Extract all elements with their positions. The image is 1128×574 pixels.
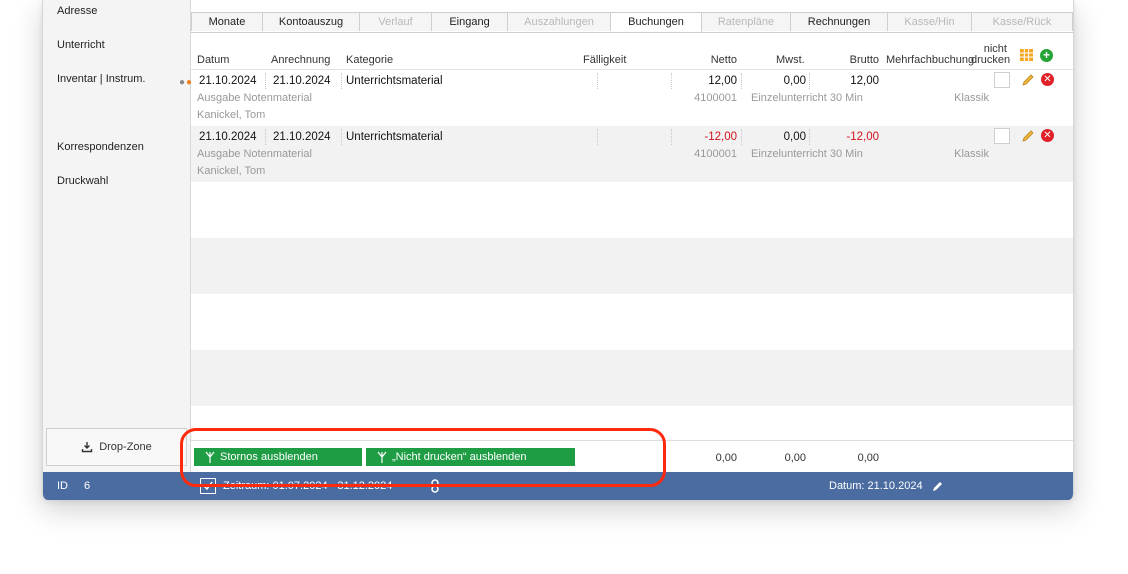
main-panel: Monate Kontoauszug Verlauf Eingang Ausza… xyxy=(191,0,1073,472)
row1-konto: 4100001 xyxy=(694,92,737,104)
sidebar: Adresse Unterricht Inventar | Instrum. ●… xyxy=(43,0,192,472)
edit-date-pencil-icon[interactable] xyxy=(932,480,944,492)
status-datum: Datum: 21.10.2024 xyxy=(829,480,923,492)
add-booking-icon[interactable]: + xyxy=(1040,49,1053,62)
row2-person: Kanickel, Tom xyxy=(197,165,266,177)
tab-rechnungen[interactable]: Rechnungen xyxy=(791,12,888,31)
row2-fach: Klassik xyxy=(954,148,989,160)
tab-ratenplaene[interactable]: Ratenpläne xyxy=(702,12,791,31)
column-header-netto[interactable]: Netto xyxy=(631,54,737,66)
tab-kontoauszug[interactable]: Kontoauszug xyxy=(263,12,360,31)
row1-delete-icon[interactable]: ✕ xyxy=(1041,73,1054,86)
row1-brutto: 12,00 xyxy=(850,75,879,87)
row2-nicht-drucken-checkbox[interactable] xyxy=(994,128,1010,144)
sidebar-item-korrespondenzen[interactable]: Korrespondenzen xyxy=(57,141,144,153)
row1-anrechnung: 21.10.2024 xyxy=(273,75,331,87)
tab-verlauf[interactable]: Verlauf xyxy=(360,12,432,31)
column-header-kategorie[interactable]: Kategorie xyxy=(346,54,393,66)
row1-kategorie: Unterrichtsmaterial xyxy=(346,75,443,87)
empty-row xyxy=(191,182,1073,238)
row2-beschreibung: Ausgabe Notenmaterial xyxy=(197,148,312,160)
empty-row xyxy=(191,294,1073,350)
column-header-mehrfachbuchung[interactable]: Mehrfachbuchung xyxy=(886,54,974,66)
row1-nicht-drucken-checkbox[interactable] xyxy=(994,72,1010,88)
column-header-anrechnung[interactable]: Anrechnung xyxy=(271,54,330,66)
id-label: ID xyxy=(57,480,68,492)
sidebar-item-druckwahl[interactable]: Druckwahl xyxy=(57,175,108,187)
tab-eingang[interactable]: Eingang xyxy=(432,12,508,31)
tab-kasse-hin[interactable]: Kasse/Hin xyxy=(888,12,972,31)
column-header-brutto[interactable]: Brutto xyxy=(791,54,879,66)
row2-leistung: Einzelunterricht 30 Min xyxy=(751,148,863,160)
row1-person: Kanickel, Tom xyxy=(197,109,266,121)
row2-kategorie: Unterrichtsmaterial xyxy=(346,131,443,143)
row1-beschreibung: Ausgabe Notenmaterial xyxy=(197,92,312,104)
tab-buchungen[interactable]: Buchungen xyxy=(611,12,702,32)
empty-row xyxy=(191,350,1073,406)
row1-leistung: Einzelunterricht 30 Min xyxy=(751,92,863,104)
row2-delete-icon[interactable]: ✕ xyxy=(1041,129,1054,142)
table-settings-icon[interactable] xyxy=(1020,49,1033,61)
id-value: 6 xyxy=(84,480,91,492)
sidebar-item-unterricht[interactable]: Unterricht xyxy=(57,39,105,51)
column-header-datum[interactable]: Datum xyxy=(197,54,229,66)
drop-zone-label: Drop-Zone xyxy=(99,441,152,453)
sidebar-item-adresse[interactable]: Adresse xyxy=(57,5,97,17)
download-icon xyxy=(82,442,93,453)
row2-konto: 4100001 xyxy=(694,148,737,160)
row1-edit-pencil-icon[interactable] xyxy=(1021,73,1035,87)
row1-datum: 21.10.2024 xyxy=(199,75,257,87)
tab-auszahlungen[interactable]: Auszahlungen xyxy=(508,12,611,31)
sidebar-item-inventar[interactable]: Inventar | Instrum. xyxy=(57,73,145,85)
tab-kasse-rueck[interactable]: Kasse/Rück xyxy=(972,12,1073,31)
tab-monate[interactable]: Monate xyxy=(191,12,263,31)
row2-anrechnung: 21.10.2024 xyxy=(273,131,331,143)
total-brutto: 0,00 xyxy=(857,452,879,464)
app-window: Adresse Unterricht Inventar | Instrum. ●… xyxy=(42,0,1074,500)
empty-row xyxy=(191,238,1073,294)
row2-edit-pencil-icon[interactable] xyxy=(1021,129,1035,143)
tab-bar: Monate Kontoauszug Verlauf Eingang Ausza… xyxy=(191,12,1073,33)
column-header-nicht-drucken-line2[interactable]: drucken xyxy=(971,54,1010,66)
highlight-annotation xyxy=(180,428,666,487)
row2-datum: 21.10.2024 xyxy=(199,131,257,143)
row1-fach: Klassik xyxy=(954,92,989,104)
drop-zone-button[interactable]: Drop-Zone xyxy=(46,428,187,466)
column-header-faelligkeit[interactable]: Fälligkeit xyxy=(583,54,626,66)
row2-brutto: -12,00 xyxy=(846,131,879,143)
